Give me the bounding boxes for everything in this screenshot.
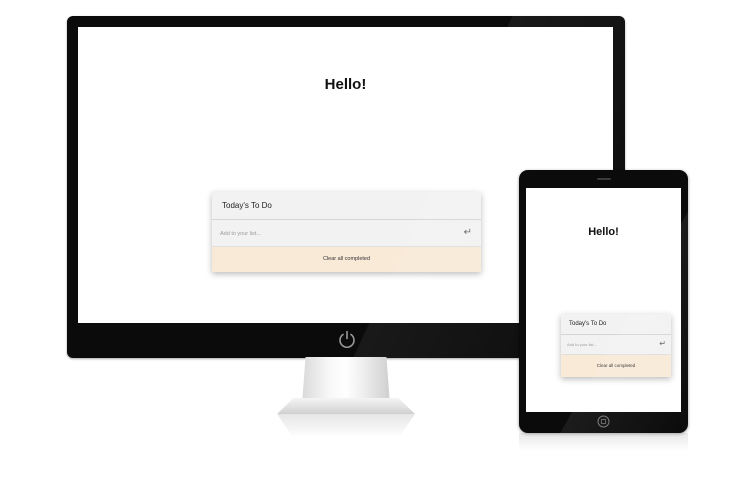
home-button-icon — [597, 415, 610, 428]
page-heading: Hello! — [588, 226, 619, 238]
tablet-camera — [597, 178, 611, 180]
tablet-device: Hello! Today's To Do ↵ Clear all complet… — [519, 170, 688, 433]
tablet-reflection — [519, 433, 688, 451]
todo-card: Today's To Do ↵ Clear all completed — [561, 314, 671, 377]
todo-input-row: ↵ — [561, 335, 671, 355]
page-heading: Hello! — [324, 76, 367, 93]
enter-return-icon[interactable]: ↵ — [659, 340, 666, 348]
todo-add-input[interactable] — [567, 341, 647, 348]
monitor-stand-reflection — [277, 414, 415, 438]
tablet-screen: Hello! Today's To Do ↵ Clear all complet… — [526, 188, 681, 412]
clear-completed-button[interactable]: Clear all completed — [561, 355, 671, 377]
monitor-stand-neck — [302, 357, 390, 405]
todo-title: Today's To Do — [212, 192, 481, 220]
todo-card: Today's To Do ↵ Clear all completed — [212, 192, 481, 272]
monitor-stand-base — [277, 398, 415, 414]
todo-input-row: ↵ — [212, 220, 481, 247]
clear-completed-button[interactable]: Clear all completed — [212, 247, 481, 272]
todo-add-input[interactable] — [220, 229, 440, 238]
power-icon — [339, 330, 355, 348]
enter-return-icon[interactable]: ↵ — [464, 228, 472, 238]
todo-title: Today's To Do — [561, 314, 671, 335]
